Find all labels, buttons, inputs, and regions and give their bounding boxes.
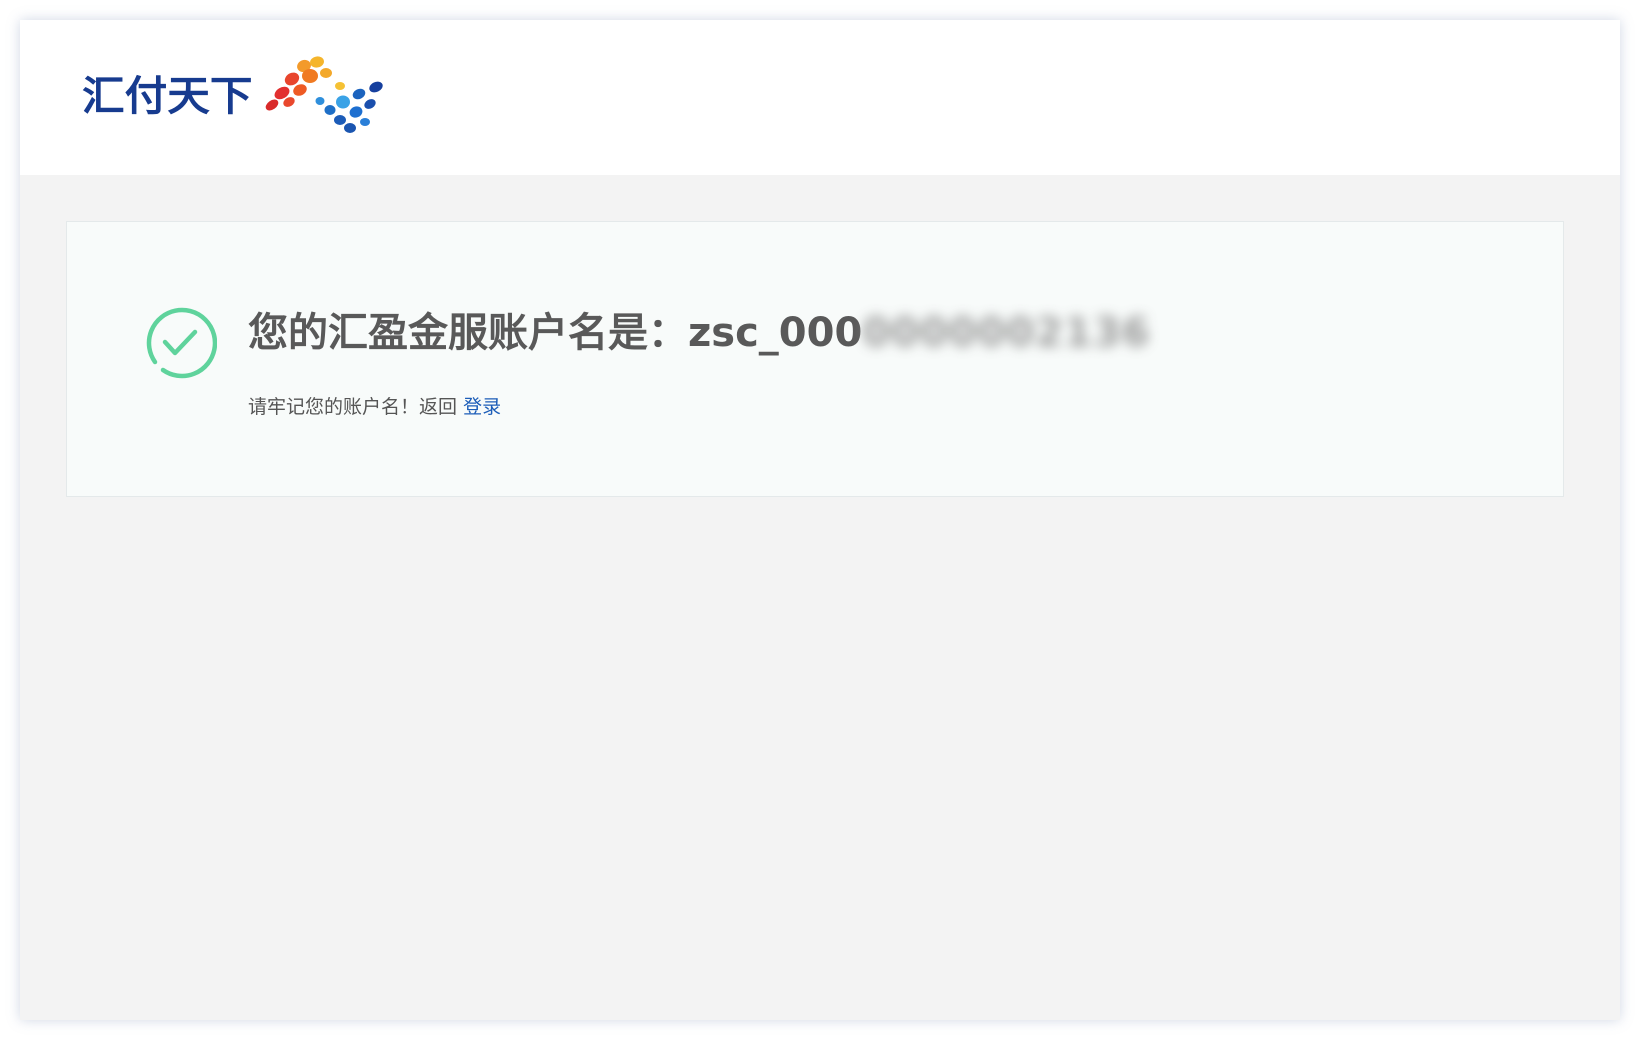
headline-label: 您的汇盈金服账户名是： [248, 310, 688, 356]
huifu-logo[interactable]: 汇付天下 [82, 46, 412, 146]
hint-line: 请牢记您的账户名！返回 登录 [248, 394, 501, 420]
hint-text: 请牢记您的账户名！返回 [248, 396, 458, 418]
account-name-masked: 0000002136 [862, 310, 1151, 356]
check-circle-icon [146, 307, 217, 379]
huifu-dots-logo-icon [265, 56, 383, 133]
login-link[interactable]: 登录 [463, 396, 501, 418]
page-window: 汇付天下 您的汇盈金服账户名是：zsc_0000000002136 请牢记您的账… [20, 20, 1620, 1020]
account-name-headline: 您的汇盈金服账户名是：zsc_0000000002136 [248, 306, 1151, 360]
logo-text: 汇付天下 [82, 72, 253, 120]
account-name-visible: zsc_000 [688, 310, 863, 356]
header: 汇付天下 [20, 20, 1620, 175]
result-panel: 您的汇盈金服账户名是：zsc_0000000002136 请牢记您的账户名！返回… [66, 221, 1564, 497]
